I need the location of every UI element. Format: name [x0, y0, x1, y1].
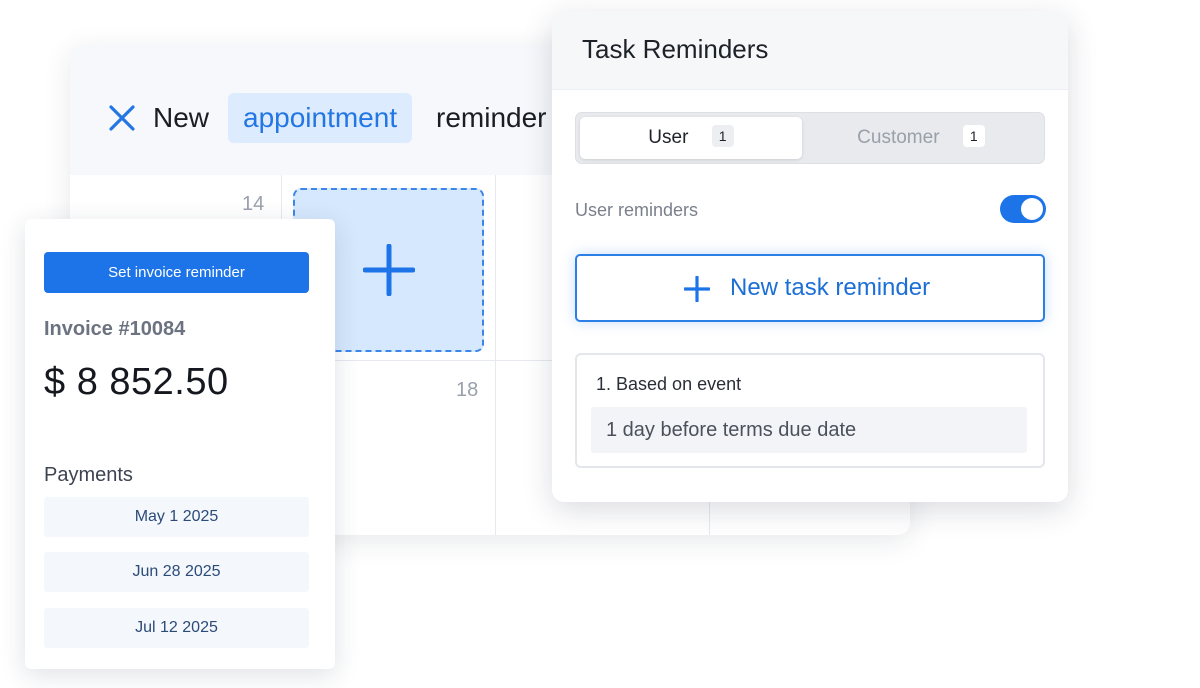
- payment-row[interactable]: Jul 12 2025: [44, 608, 309, 648]
- invoice-card: Set invoice reminder Invoice #10084 $ 8 …: [25, 219, 335, 669]
- panel-header: Task Reminders: [552, 11, 1068, 90]
- grid-line: [495, 175, 496, 535]
- payments-title: Payments: [44, 464, 133, 486]
- panel-title: Task Reminders: [582, 34, 769, 64]
- tab-user-label: User: [648, 127, 689, 148]
- header-word-reminder: reminder: [436, 102, 547, 133]
- payment-row[interactable]: May 1 2025: [44, 497, 309, 537]
- day-number-18: 18: [456, 379, 479, 401]
- new-task-reminder-label: New task reminder: [730, 274, 931, 301]
- user-reminders-toggle[interactable]: [1000, 195, 1046, 223]
- set-invoice-reminder-button[interactable]: Set invoice reminder: [44, 252, 309, 293]
- day-number-14: 14: [242, 193, 265, 215]
- reminder-type-tabs: User 1 Customer 1: [575, 112, 1045, 164]
- rule-value[interactable]: 1 day before terms due date: [591, 407, 1027, 453]
- tab-user[interactable]: User 1: [580, 117, 802, 159]
- tab-user-count-badge: 1: [711, 125, 734, 147]
- tab-customer-count-badge: 1: [962, 125, 985, 147]
- toggle-knob: [1021, 198, 1043, 220]
- header-word-new: New: [153, 102, 210, 133]
- task-reminders-panel: Task Reminders User 1 Customer 1 User re…: [552, 11, 1068, 502]
- appointment-type-chip[interactable]: appointment: [228, 93, 413, 143]
- reminder-rule-card[interactable]: 1. Based on event 1 day before terms due…: [575, 353, 1045, 468]
- invoice-number: Invoice #10084: [44, 318, 186, 340]
- new-task-reminder-button[interactable]: New task reminder: [575, 254, 1045, 322]
- rule-title: 1. Based on event: [596, 374, 742, 394]
- tab-customer-label: Customer: [857, 127, 940, 148]
- payment-row[interactable]: Jun 28 2025: [44, 552, 309, 592]
- plus-icon: [684, 276, 710, 302]
- invoice-amount: $ 8 852.50: [44, 361, 229, 403]
- plus-icon: [363, 244, 415, 296]
- user-reminders-label: User reminders: [575, 200, 699, 220]
- close-icon[interactable]: [108, 104, 136, 132]
- tab-customer[interactable]: Customer 1: [810, 117, 1032, 159]
